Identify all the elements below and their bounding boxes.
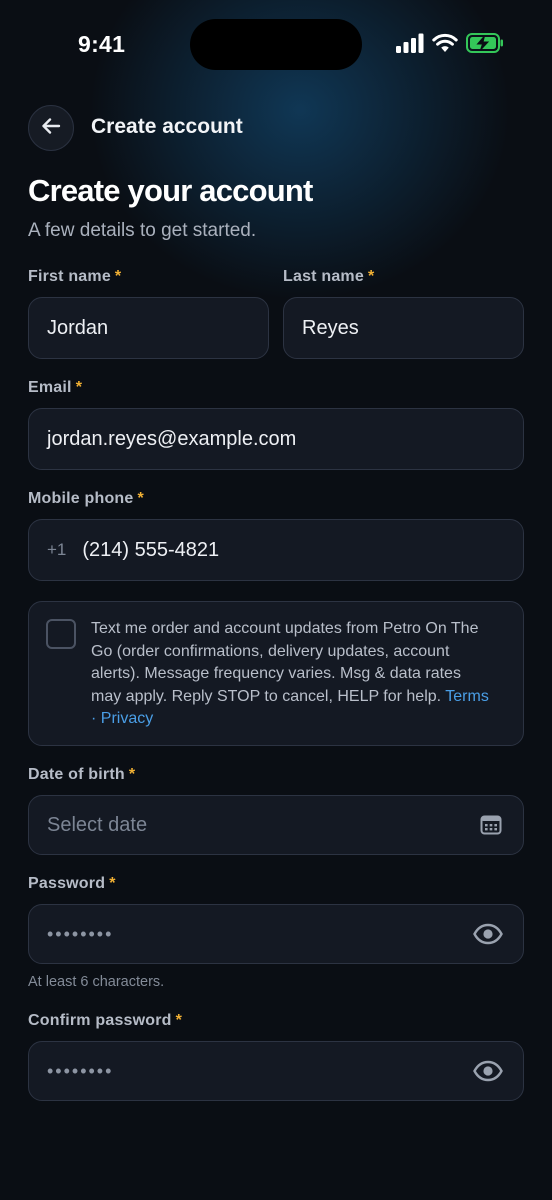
confirm-password-input[interactable]: •••••••• [28,1041,524,1101]
last-name-value: Reyes [302,316,359,339]
dob-input[interactable]: Select date [28,795,524,855]
sms-consent-box: Text me order and account updates from P… [28,601,524,746]
required-marker: * [175,1012,183,1029]
status-bar: 9:41 [0,0,552,90]
required-marker: * [128,766,136,783]
page-subtitle: A few details to get started. [28,220,257,241]
password-label: Password * [28,875,116,892]
sms-consent-text: Text me order and account updates from P… [91,620,489,727]
page-title: Create your account [28,173,313,208]
phone-input[interactable]: +1 (214) 555-4821 [28,519,524,581]
battery-charging-icon [466,32,504,58]
required-marker: * [367,268,375,285]
password-masked-value: •••••••• [47,923,114,944]
calendar-icon[interactable] [479,813,503,837]
dob-label: Date of birth * [28,766,136,783]
cellular-signal-icon [396,33,424,58]
email-label: Email * [28,379,83,396]
required-marker: * [109,875,116,892]
confirm-password-label: Confirm password * [28,1012,183,1029]
required-marker: * [114,268,122,285]
link-separator: · [91,710,97,727]
phone-value: (214) 555-4821 [82,538,220,561]
header-title: Create account [91,115,243,138]
wifi-icon [432,33,458,58]
privacy-link[interactable]: Privacy [101,710,153,727]
country-code: +1 [47,540,67,559]
first-name-value: Jordan [47,316,109,339]
sms-consent-checkbox[interactable] [46,619,76,649]
eye-icon[interactable] [473,1060,503,1082]
back-arrow-icon [39,114,63,143]
terms-link[interactable]: Terms [445,688,489,705]
status-time: 9:41 [78,31,126,57]
email-input[interactable]: jordan.reyes@example.com [28,408,524,470]
phone-label: Mobile phone * [28,490,144,507]
first-name-input[interactable]: Jordan [28,297,269,359]
last-name-input[interactable]: Reyes [283,297,524,359]
email-value: jordan.reyes@example.com [47,427,297,450]
dob-placeholder: Select date [47,813,148,836]
required-marker: * [137,490,144,507]
last-name-label: Last name * [283,268,375,285]
back-button[interactable] [28,105,74,151]
password-hint: At least 6 characters. [28,974,165,990]
create-account-screen: 9:41 Create account Create your account … [0,0,552,1200]
first-name-label: First name * [28,268,122,285]
required-marker: * [75,379,83,396]
eye-icon[interactable] [473,923,503,945]
dynamic-island [190,19,362,70]
password-input[interactable]: •••••••• [28,904,524,964]
status-icons [396,32,504,58]
confirm-password-masked-value: •••••••• [47,1060,114,1081]
